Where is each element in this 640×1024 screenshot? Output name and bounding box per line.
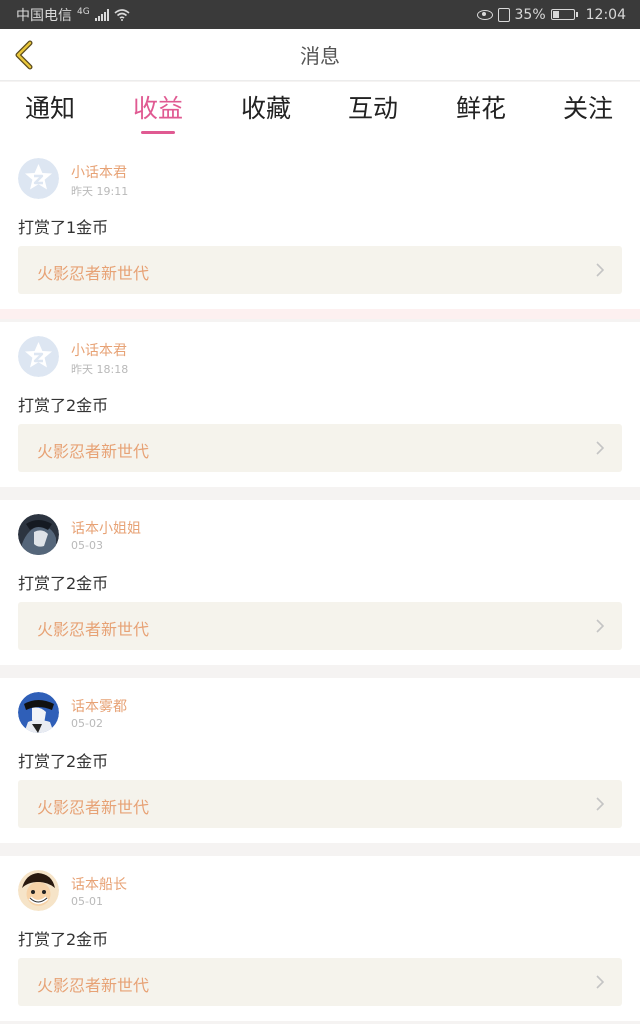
- timestamp: 05-01: [71, 895, 103, 908]
- chevron-right-icon: [596, 619, 604, 633]
- work-link[interactable]: 火影忍者新世代: [18, 424, 622, 472]
- tab-favorites[interactable]: 收藏: [221, 90, 311, 140]
- chevron-right-icon: [596, 975, 604, 989]
- timestamp: 昨天 19:11: [71, 185, 129, 198]
- tab-label: 关注: [562, 94, 613, 123]
- username[interactable]: 话本船长: [71, 874, 127, 894]
- anime-avatar-icon: [18, 514, 59, 555]
- chevron-right-icon: [596, 263, 604, 277]
- chevron-right-icon: [596, 797, 604, 811]
- avatar[interactable]: [18, 692, 59, 733]
- username[interactable]: 小话本君: [71, 162, 127, 182]
- work-title: 火影忍者新世代: [37, 976, 150, 995]
- tab-label: 收益: [132, 94, 183, 123]
- timestamp: 05-02: [71, 717, 103, 730]
- battery-percent: 35%: [514, 6, 546, 23]
- page-title: 消息: [300, 44, 340, 68]
- nav-header: 消息: [0, 29, 640, 81]
- clock: 12:04: [585, 6, 626, 23]
- chevron-right-icon: [596, 441, 604, 455]
- back-arrow-icon[interactable]: [8, 37, 44, 73]
- tab-notifications[interactable]: 通知: [5, 90, 95, 140]
- signal-icon: [94, 8, 109, 21]
- message-card: 小话本君 昨天 18:18 打赏了2金币 火影忍者新世代: [0, 322, 640, 487]
- network-type: 4G: [77, 6, 90, 17]
- tab-following[interactable]: 关注: [543, 90, 633, 140]
- tab-label: 互动: [347, 94, 398, 123]
- tab-label: 鲜花: [455, 94, 506, 123]
- message-card: 话本船长 05-01 打赏了2金币 火影忍者新世代: [0, 856, 640, 1021]
- message-card: 话本雾都 05-02 打赏了2金币 火影忍者新世代: [0, 678, 640, 843]
- active-tab-indicator: [141, 131, 175, 134]
- tab-label: 通知: [24, 94, 75, 123]
- tab-earnings[interactable]: 收益: [113, 90, 203, 140]
- battery-icon: [550, 9, 578, 20]
- work-link[interactable]: 火影忍者新世代: [18, 780, 622, 828]
- default-avatar-icon: [18, 336, 59, 377]
- message-card: 小话本君 昨天 19:11 打赏了1金币 火影忍者新世代: [0, 144, 640, 309]
- work-title: 火影忍者新世代: [37, 798, 150, 817]
- reward-text: 打赏了1金币: [18, 218, 109, 237]
- username[interactable]: 话本雾都: [71, 696, 127, 716]
- avatar[interactable]: [18, 336, 59, 377]
- vibrate-icon: [497, 7, 510, 22]
- avatar[interactable]: [18, 158, 59, 199]
- work-title: 火影忍者新世代: [37, 620, 150, 639]
- username[interactable]: 话本小姐姐: [71, 518, 141, 538]
- tab-flowers[interactable]: 鲜花: [436, 90, 526, 140]
- anime-avatar-icon: [18, 870, 59, 911]
- wifi-icon: [114, 8, 130, 21]
- avatar[interactable]: [18, 514, 59, 555]
- work-title: 火影忍者新世代: [37, 264, 150, 283]
- carrier-name: 中国电信: [16, 7, 72, 24]
- default-avatar-icon: [18, 158, 59, 199]
- status-bar: 中国电信 4G 35% 12:04: [0, 0, 640, 29]
- reward-text: 打赏了2金币: [18, 396, 109, 415]
- work-link[interactable]: 火影忍者新世代: [18, 602, 622, 650]
- tab-label: 收藏: [240, 94, 291, 123]
- reward-text: 打赏了2金币: [18, 574, 109, 593]
- reward-text: 打赏了2金币: [18, 930, 109, 949]
- username[interactable]: 小话本君: [71, 340, 127, 360]
- divider: [0, 309, 640, 319]
- eye-icon: [476, 9, 493, 20]
- anime-avatar-icon: [18, 692, 59, 733]
- tab-interactions[interactable]: 互动: [328, 90, 418, 140]
- work-link[interactable]: 火影忍者新世代: [18, 246, 622, 294]
- avatar[interactable]: [18, 870, 59, 911]
- work-title: 火影忍者新世代: [37, 442, 150, 461]
- timestamp: 05-03: [71, 539, 103, 552]
- work-link[interactable]: 火影忍者新世代: [18, 958, 622, 1006]
- timestamp: 昨天 18:18: [71, 363, 129, 376]
- reward-text: 打赏了2金币: [18, 752, 109, 771]
- message-card: 话本小姐姐 05-03 打赏了2金币 火影忍者新世代: [0, 500, 640, 665]
- tab-bar: 通知 收益 收藏 互动 鲜花 关注: [0, 82, 640, 144]
